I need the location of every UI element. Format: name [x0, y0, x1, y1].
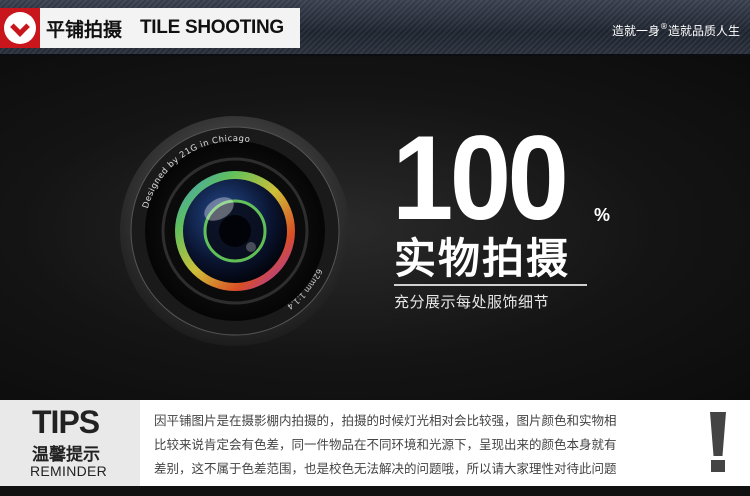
tips-title-en: REMINDER [30, 463, 108, 479]
tips-panel: TIPS 温馨提示 REMINDER 因平铺图片是在摄影棚内拍摄的，拍摄的时候灯… [0, 400, 750, 496]
camera-lens-image: Designed by 21G in Chicago 62mm 1:1.4 [119, 115, 351, 347]
camera-lens-icon: Designed by 21G in Chicago 62mm 1:1.4 [120, 116, 350, 346]
tips-title-cn: 温馨提示 [32, 445, 100, 465]
hero-headline: 实物拍摄 [394, 234, 571, 283]
hero-number: 100 [392, 111, 569, 245]
exclamation-dot-icon [711, 460, 725, 472]
tips-text: 因平铺图片是在摄影棚内拍摄的，拍摄的时候灯光相对会比较强，图片颜色和实物相 比较… [154, 409, 692, 481]
slogan-prefix: 造就一身 [611, 24, 660, 38]
slogan-suffix: 造就品质人生 [667, 24, 740, 38]
exclamation-icon [710, 412, 726, 456]
logo-circle-icon [4, 12, 36, 44]
tips-title: TIPS [32, 404, 100, 440]
hero-area [0, 56, 750, 400]
hero-caption: 充分展示每处服饰细节 [394, 293, 550, 311]
tips-line: 比较来说肯定会有色差，同一件物品在不同环境和光源下，呈现出来的颜色本身就有 [154, 437, 617, 452]
tips-line: 差别，这不属于色差范围，也是校色无法解决的问题哦，所以请大家理性对待此问题 [154, 461, 617, 476]
brand-slogan: 造就一身®造就品质人生 [612, 22, 740, 39]
section-subtitle: TILE SHOOTING [140, 17, 284, 38]
tips-label-box: TIPS 温馨提示 REMINDER [0, 400, 140, 496]
registered-mark: ® [659, 22, 668, 31]
headline-divider [394, 284, 587, 286]
header-banner: 平铺拍摄 TILE SHOOTING 造就一身®造就品质人生 [0, 0, 750, 56]
section-title: 平铺拍摄 [46, 19, 123, 41]
chevron-down-icon [10, 17, 30, 37]
bottom-bar [0, 486, 750, 496]
brand-logo [0, 8, 40, 48]
hero-percent: % [594, 205, 611, 225]
tips-line: 因平铺图片是在摄影棚内拍摄的，拍摄的时候灯光相对会比较强，图片颜色和实物相 [154, 413, 617, 428]
